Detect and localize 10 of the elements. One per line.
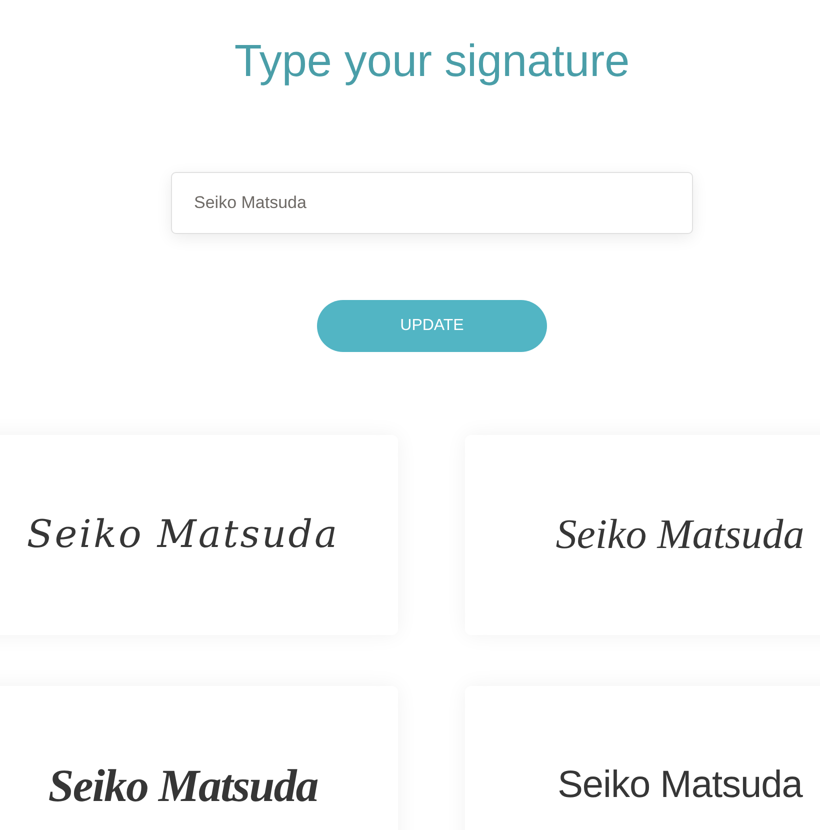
signature-card[interactable]: Seiko Matsuda bbox=[465, 686, 820, 830]
page-title: Type your signature bbox=[234, 34, 630, 88]
name-input[interactable]: Seiko Matsuda bbox=[171, 172, 693, 234]
signature-text: Seiko Matsuda bbox=[556, 510, 804, 560]
signature-card[interactable]: Seiko Matsuda bbox=[0, 686, 398, 830]
signature-card[interactable]: Seiko Matsuda bbox=[465, 435, 820, 635]
signature-text: Seiko Matsuda bbox=[26, 512, 340, 558]
signature-card[interactable]: Seiko Matsuda bbox=[0, 435, 398, 635]
signature-text: Seiko Matsuda bbox=[558, 763, 802, 808]
signature-text: Seiko Matsuda bbox=[48, 759, 318, 814]
